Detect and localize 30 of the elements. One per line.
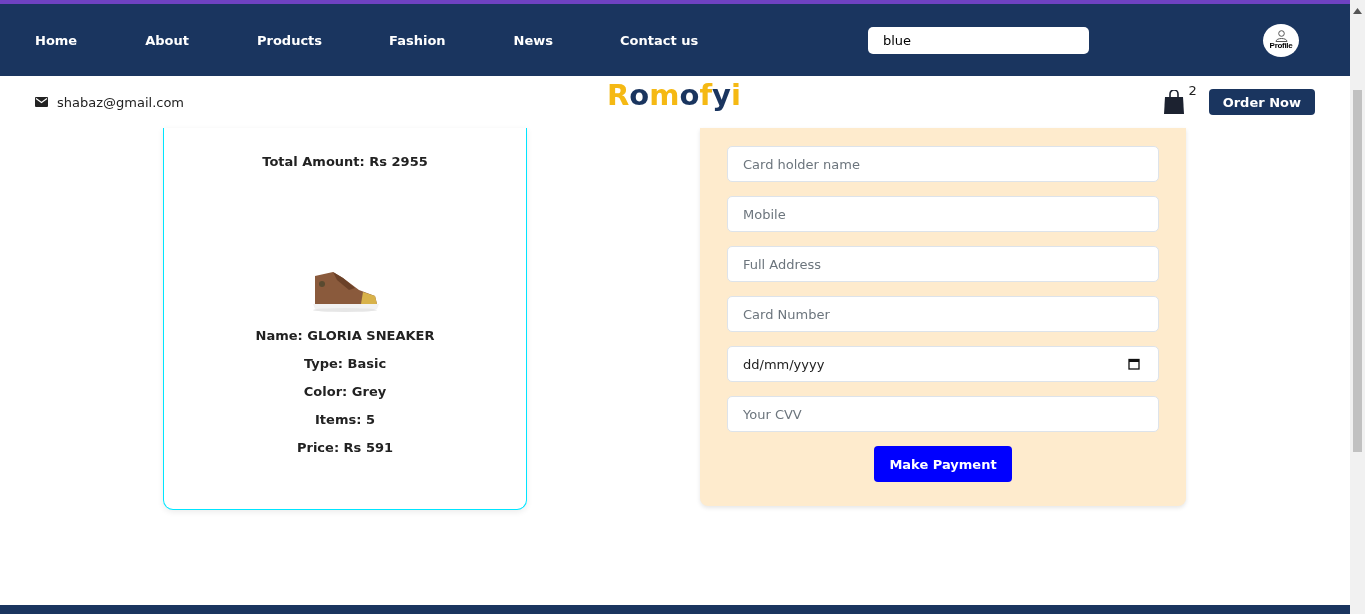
nav-link[interactable]: About (145, 32, 189, 48)
product-detail: Items: 5 (315, 411, 375, 429)
make-payment-button[interactable]: Make Payment (874, 446, 1012, 482)
nav-link[interactable]: News (513, 32, 554, 48)
profile-button[interactable]: Profile (1263, 23, 1299, 57)
logo: Romofyi (607, 78, 741, 112)
input-field[interactable]: Card holder name (727, 146, 1159, 182)
input-field[interactable]: Card Number (727, 296, 1159, 332)
input-field[interactable]: Your CVV (727, 396, 1159, 432)
input-field[interactable]: Mobile (727, 196, 1159, 232)
input-field[interactable]: Full Address (727, 246, 1159, 282)
search-field[interactable]: blue (868, 26, 1089, 54)
nav-link[interactable]: Fashion (389, 32, 446, 48)
product-detail: Color: Grey (303, 383, 387, 401)
nav-link[interactable]: Contact us (620, 32, 699, 48)
nav-link[interactable]: Products (256, 32, 323, 48)
calendar-icon[interactable] (1128, 358, 1140, 370)
product-detail: Type: Basic (303, 355, 387, 373)
nav-link[interactable]: Home (35, 32, 78, 48)
order-now-button[interactable]: Order Now (1208, 89, 1315, 115)
email-text: shabaz@gmail.com (57, 94, 185, 110)
shopping-bag-icon[interactable] (1163, 89, 1186, 115)
product-detail: Price: Rs 591 (296, 439, 394, 457)
user-icon (1274, 30, 1288, 42)
total-amount: Total Amount: Rs 2955 (262, 154, 428, 169)
cart-count: 2 (1188, 83, 1197, 98)
mail-icon (35, 97, 48, 107)
scroll-up-icon[interactable] (1353, 8, 1362, 14)
product-detail: Name: GLORIA SNEAKER (255, 327, 435, 345)
date-field[interactable]: dd/mm/yyyy (727, 346, 1159, 382)
